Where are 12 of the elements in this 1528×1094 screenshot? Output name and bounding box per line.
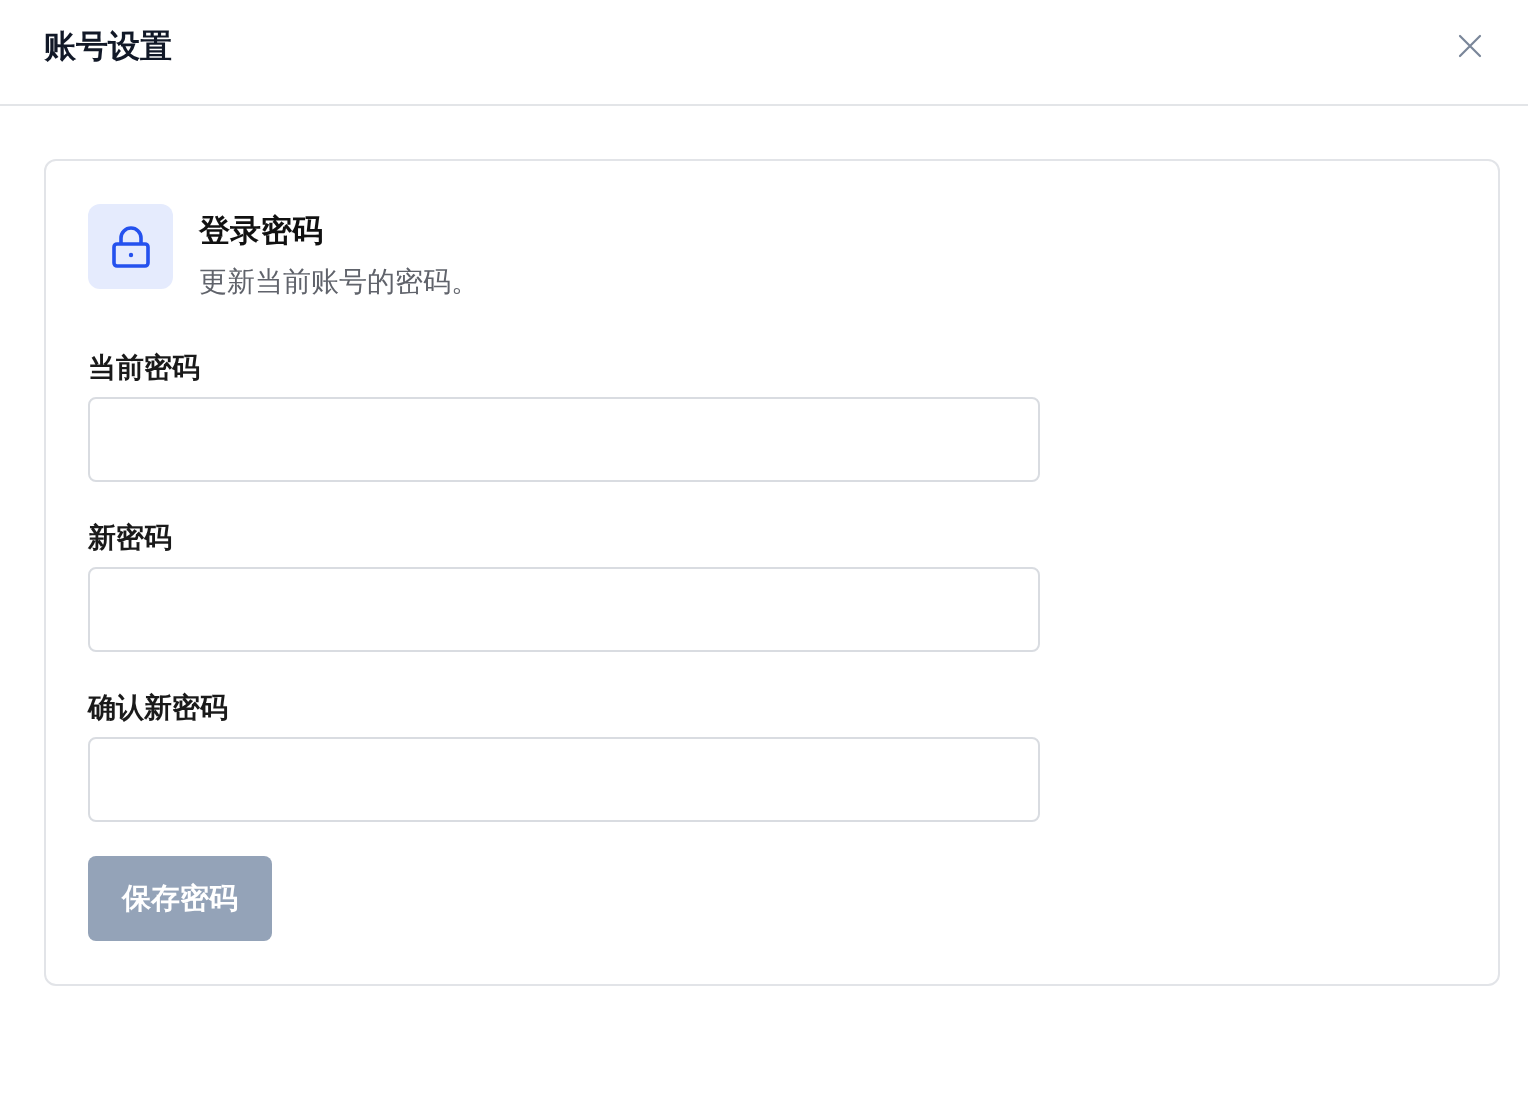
section-description: 更新当前账号的密码。 [199, 264, 479, 300]
close-icon [1458, 34, 1482, 58]
dialog-title: 账号设置 [44, 26, 172, 66]
field-label: 确认新密码 [88, 690, 229, 726]
password-field[interactable] [88, 397, 1040, 482]
field-label: 新密码 [88, 520, 173, 556]
close-button[interactable] [1458, 34, 1482, 58]
lock-icon [88, 204, 173, 289]
password-field[interactable] [88, 567, 1040, 652]
password-field[interactable] [88, 737, 1040, 822]
section-title: 登录密码 [199, 211, 324, 250]
field-label: 当前密码 [88, 350, 201, 386]
